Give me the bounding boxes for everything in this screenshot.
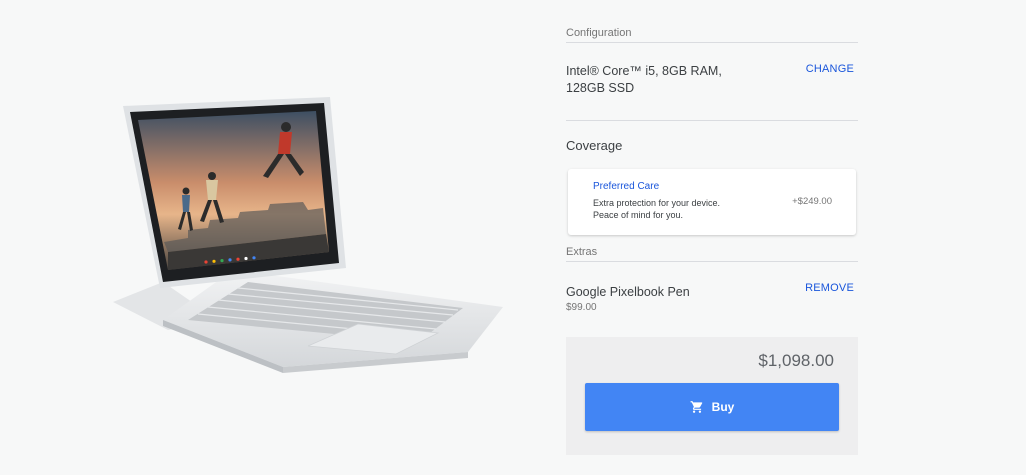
divider	[566, 42, 858, 43]
order-summary: $1,098.00 Buy	[566, 337, 858, 455]
buy-button[interactable]: Buy	[585, 383, 839, 431]
buy-button-label: Buy	[711, 400, 735, 414]
change-configuration-button[interactable]: CHANGE	[806, 63, 854, 75]
coverage-plan-description: Extra protection for your device. Peace …	[593, 197, 743, 221]
order-total: $1,098.00	[758, 351, 834, 370]
extra-item-price: $99.00	[566, 302, 597, 313]
coverage-plan-price: +$249.00	[792, 196, 832, 207]
divider	[566, 120, 858, 121]
coverage-heading: Coverage	[566, 138, 623, 153]
divider	[566, 261, 858, 262]
coverage-desc-line: Peace of mind for you.	[593, 210, 684, 220]
remove-extra-button[interactable]: REMOVE	[805, 282, 854, 294]
coverage-desc-line: Extra protection for your device.	[593, 198, 721, 208]
configuration-value: Intel® Core™ i5, 8GB RAM, 128GB SSD	[566, 64, 722, 95]
extras-heading: Extras	[566, 246, 598, 258]
coverage-plan-name[interactable]: Preferred Care	[593, 181, 659, 192]
order-panel: Configuration Intel® Core™ i5, 8GB RAM, …	[566, 0, 858, 475]
coverage-option-card[interactable]: Preferred Care Extra protection for your…	[568, 169, 856, 235]
extra-item-name: Google Pixelbook Pen	[566, 285, 690, 299]
configuration-heading: Configuration	[566, 27, 632, 39]
cart-icon	[690, 401, 702, 413]
product-image	[108, 92, 508, 377]
